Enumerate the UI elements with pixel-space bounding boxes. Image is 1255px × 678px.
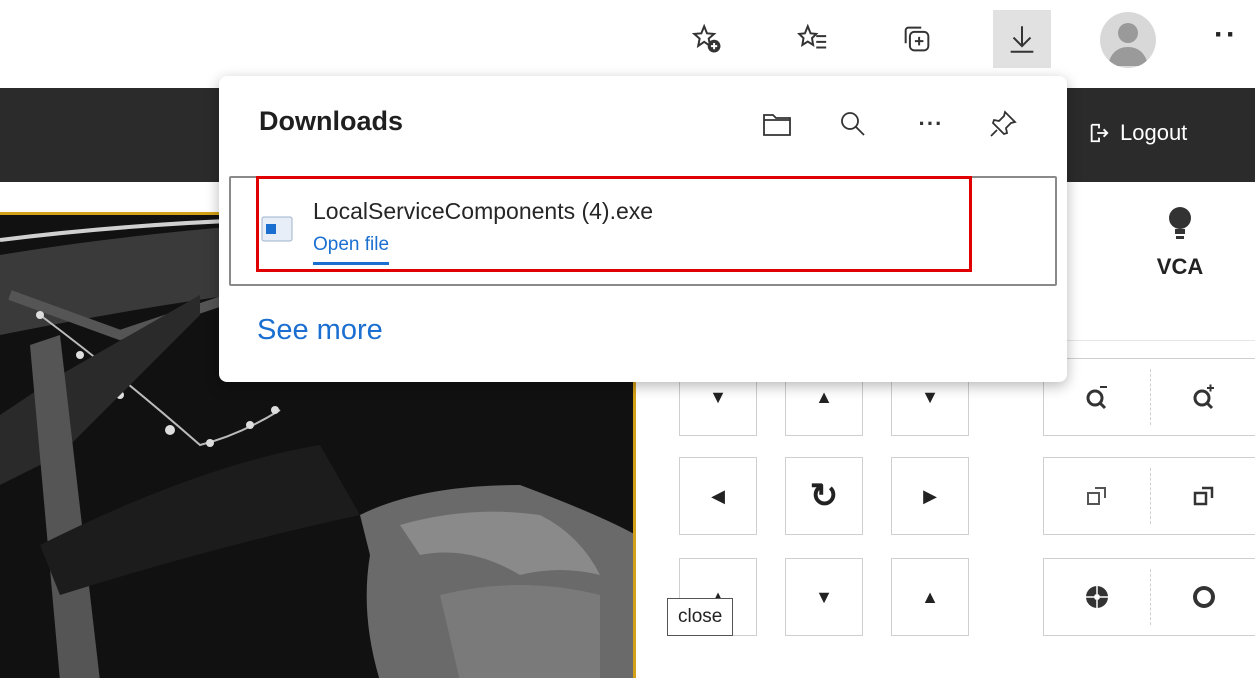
logout-label: Logout <box>1120 120 1188 145</box>
open-file-link[interactable]: Open file <box>313 234 390 265</box>
logout-button[interactable]: Logout <box>1088 120 1187 146</box>
iris-close-icon <box>1086 586 1108 608</box>
pan-left-button[interactable]: ◀ <box>679 457 757 535</box>
iris-open-button[interactable] <box>1151 559 1255 635</box>
arrow-up-left-icon: ▼ <box>709 386 727 407</box>
arrow-down-right-icon: ▲ <box>921 586 939 607</box>
focus-far-icon <box>1193 486 1214 506</box>
zoom-in-button[interactable] <box>1151 359 1255 435</box>
tilt-down-button[interactable]: ▼ <box>785 558 863 636</box>
tooltip: close <box>667 598 734 636</box>
open-folder-icon[interactable] <box>757 104 797 144</box>
arrow-right-icon: ▶ <box>923 485 937 506</box>
lightbulb-icon <box>1169 207 1191 239</box>
logout-icon <box>1090 123 1109 143</box>
add-favorite-icon[interactable] <box>678 10 736 68</box>
vca-tab[interactable]: VCA <box>1140 205 1220 280</box>
see-more-link[interactable]: See more <box>257 314 383 347</box>
focus-near-button[interactable] <box>1044 458 1150 534</box>
download-file-name: LocalServiceComponents (4).exe <box>313 198 654 224</box>
browser-toolbar: ·· <box>0 0 1255 78</box>
collections-icon[interactable] <box>888 10 946 68</box>
more-options-icon[interactable]: ··· <box>911 104 951 144</box>
zoom-in-icon <box>1193 384 1214 410</box>
pan-down-right-button[interactable]: ▲ <box>891 558 969 636</box>
more-icon[interactable]: ·· <box>1214 18 1238 52</box>
iris-control <box>1043 558 1255 636</box>
arrow-up-right-icon: ▼ <box>921 386 939 407</box>
auto-pan-button[interactable]: ↻ <box>785 457 863 535</box>
pin-icon[interactable] <box>983 104 1023 144</box>
arrow-left-icon: ◀ <box>711 485 725 506</box>
focus-far-button[interactable] <box>1151 458 1255 534</box>
arrow-up-icon: ▲ <box>815 386 833 407</box>
downloads-title: Downloads <box>259 106 404 136</box>
zoom-out-icon <box>1086 386 1107 410</box>
vca-label: VCA <box>1156 254 1204 279</box>
profile-avatar-icon[interactable] <box>1100 12 1156 68</box>
arrow-down-icon: ▼ <box>815 586 833 607</box>
focus-control <box>1043 457 1255 535</box>
downloads-icon[interactable] <box>993 10 1051 68</box>
pan-right-button[interactable]: ▶ <box>891 457 969 535</box>
favorites-icon[interactable] <box>783 10 841 68</box>
iris-close-button[interactable] <box>1044 559 1150 635</box>
iris-open-icon <box>1193 586 1215 608</box>
focus-near-icon <box>1087 487 1106 505</box>
rotate-icon: ↻ <box>809 477 839 515</box>
search-icon[interactable] <box>833 104 873 144</box>
downloads-flyout: Downloads ··· LocalServiceComponents (4)… <box>219 76 1067 382</box>
exe-file-icon <box>261 216 293 242</box>
zoom-control <box>1043 358 1255 436</box>
